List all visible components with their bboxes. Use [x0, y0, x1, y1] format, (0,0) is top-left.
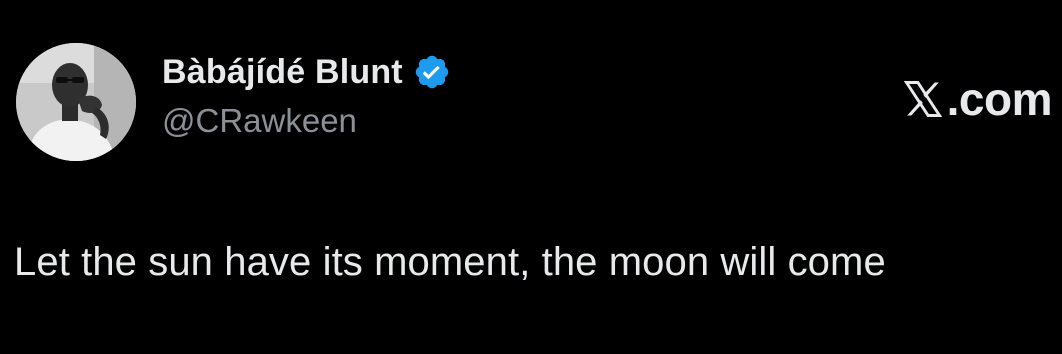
- verified-badge-icon: [413, 53, 451, 91]
- user-handle[interactable]: @CRawkeen: [162, 102, 451, 140]
- user-block: Bàbájídé Blunt @CRawkeen: [162, 52, 451, 140]
- name-row: Bàbájídé Blunt: [162, 52, 451, 92]
- avatar-photo: [16, 43, 136, 161]
- tweet-card: Bàbájídé Blunt @CRawkeen .com Let the su…: [0, 0, 1062, 354]
- display-name[interactable]: Bàbájídé Blunt: [162, 53, 403, 92]
- avatar[interactable]: [16, 43, 136, 161]
- brand-text: .com: [946, 73, 1053, 125]
- x-logo-icon: [901, 77, 945, 121]
- brand-mark: .com: [901, 73, 1053, 125]
- tweet-text: Let the sun have its moment, the moon wi…: [14, 240, 886, 284]
